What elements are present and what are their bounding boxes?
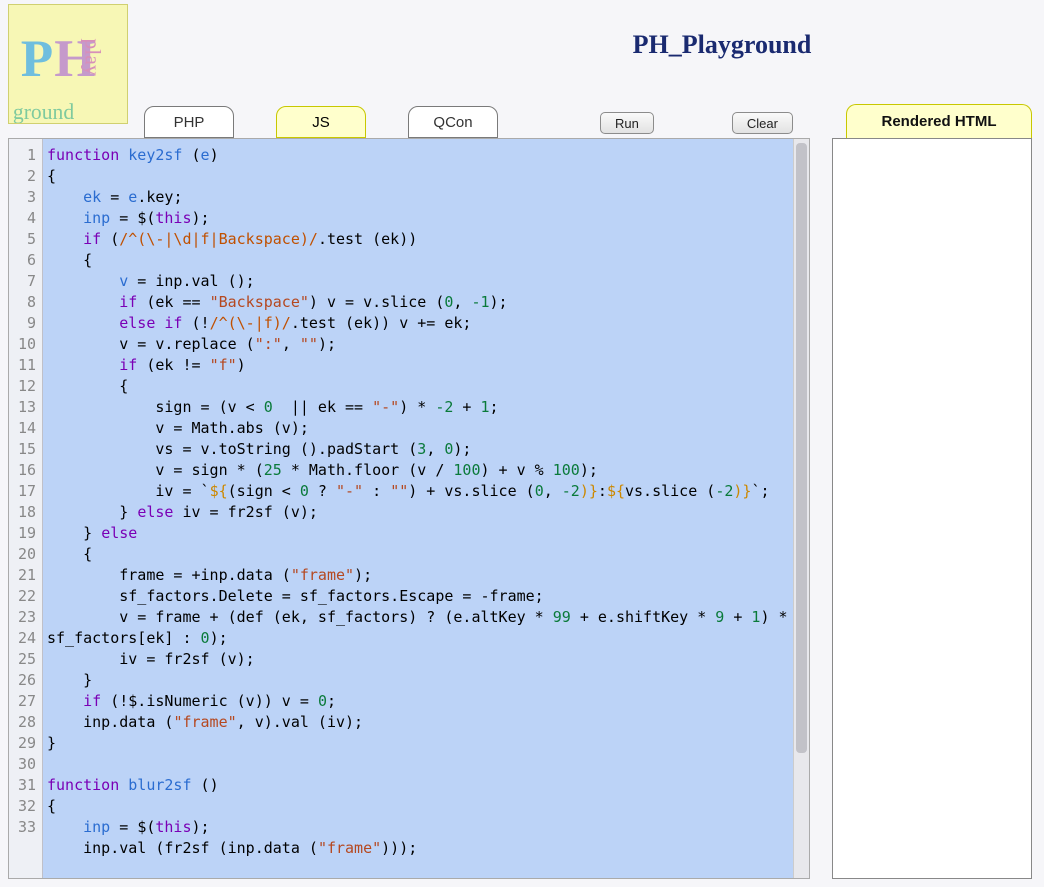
app-logo: P H play ground: [8, 4, 128, 124]
tab-php[interactable]: PHP: [144, 106, 234, 138]
tab-qcon[interactable]: QCon: [408, 106, 498, 138]
editor-scrollbar[interactable]: [793, 139, 809, 878]
svg-text:P: P: [21, 30, 53, 88]
clear-button[interactable]: Clear: [732, 112, 793, 134]
scrollbar-thumb[interactable]: [796, 143, 807, 753]
run-button[interactable]: Run: [600, 112, 654, 134]
app-title: PH_Playground: [420, 30, 1024, 60]
code-area[interactable]: function key2sf (e) { ek = e.key; inp = …: [43, 139, 793, 878]
tab-js[interactable]: JS: [276, 106, 366, 138]
code-editor[interactable]: 1234567891011121314151617181920212223242…: [8, 138, 810, 879]
svg-text:play: play: [81, 38, 105, 75]
line-gutter: 1234567891011121314151617181920212223242…: [9, 139, 43, 878]
rendered-output-pane: [832, 138, 1032, 879]
tab-rendered-html[interactable]: Rendered HTML: [846, 104, 1032, 138]
svg-text:ground: ground: [13, 100, 74, 123]
